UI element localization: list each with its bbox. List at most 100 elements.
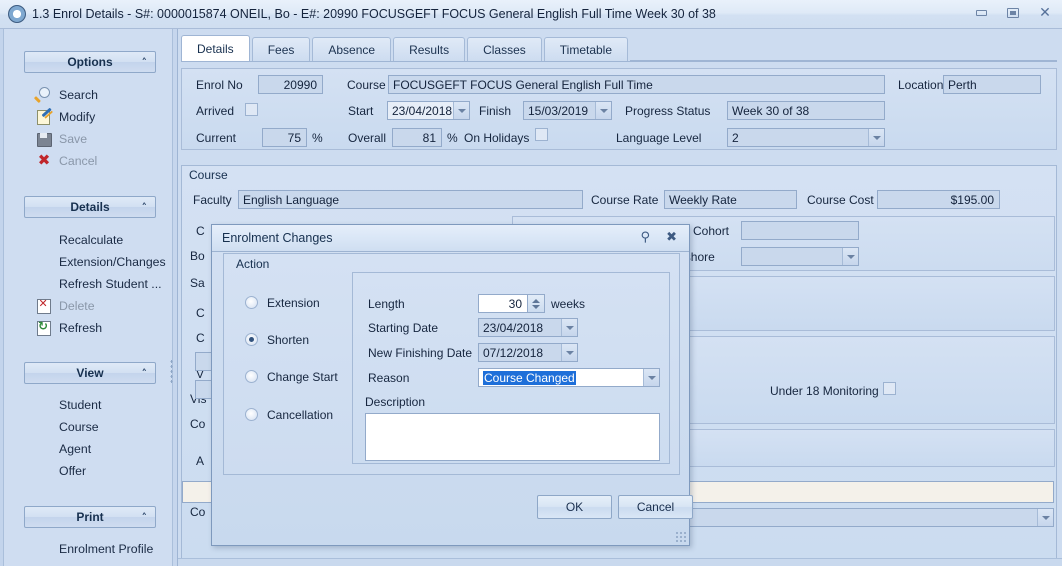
tab-classes[interactable]: Classes [467,37,542,61]
clipped-label-4: C [196,306,205,320]
under-18-monitoring-label: Under 18 Monitoring [770,384,879,398]
tab-fees[interactable]: Fees [252,37,311,61]
tab-details[interactable]: Details [181,35,250,61]
minimize-button[interactable] [970,4,992,22]
overall-field[interactable]: 81 [392,128,442,147]
tab-details-label: Details [197,42,234,56]
sidebar-item-save[interactable]: Save [36,129,87,149]
edit-icon [36,109,52,125]
clipped-label-3: Sa [190,276,205,290]
description-textarea[interactable] [365,413,660,461]
sidebar-item-delete-label: Delete [59,299,95,313]
tab-timetable-label: Timetable [560,43,612,57]
restore-icon [1007,8,1019,18]
sidebar-item-modify[interactable]: Modify [36,107,95,127]
chevron-down-icon[interactable] [561,344,577,361]
course-field[interactable]: FOCUSGEFT FOCUS General English Full Tim… [388,75,885,94]
stepper-up-icon[interactable] [532,299,540,303]
sidebar-splitter-handle[interactable] [170,359,173,385]
course-cost-field[interactable]: $195.00 [877,190,1000,209]
close-button[interactable]: ✕ [1034,4,1056,22]
sidebar-item-extension-changes[interactable]: Extension/Changes [59,252,166,272]
course-rate-field[interactable]: Weekly Rate [664,190,797,209]
sidebar-item-student[interactable]: Student [59,395,101,415]
chevron-down-icon[interactable] [842,248,858,265]
details-panel: Enrol No 20990 Course FOCUSGEFT FOCUS Ge… [181,68,1057,150]
location-field[interactable]: Perth [943,75,1041,94]
length-stepper[interactable] [528,294,545,313]
start-date-picker[interactable]: 23/04/2018 [387,101,470,120]
sidebar: Options ˄ Search Modify Save ✖ Cancel De… [0,29,178,566]
chevron-down-icon[interactable] [868,129,884,146]
new-finishing-date-picker[interactable]: 07/12/2018 [478,343,578,362]
sidebar-item-refresh-student-label: Refresh Student ... [59,277,162,291]
progress-status-label: Progress Status [625,104,710,118]
sidebar-item-enrolment-profile[interactable]: Enrolment Profile [59,539,153,559]
tab-timetable[interactable]: Timetable [544,37,628,61]
sidebar-item-cancel-label: Cancel [59,154,97,168]
radio-change-start[interactable] [245,370,258,383]
sidebar-item-offer[interactable]: Offer [59,461,86,481]
cancel-button[interactable]: Cancel [618,495,693,519]
enrol-no-field[interactable]: 20990 [258,75,323,94]
sidebar-item-course[interactable]: Course [59,417,99,437]
stepper-down-icon[interactable] [532,305,540,309]
chevron-down-icon[interactable] [643,369,659,386]
on-holidays-checkbox[interactable] [535,128,548,141]
course-label: Course [347,78,386,92]
sidebar-item-delete[interactable]: Delete [36,296,95,316]
sidebar-item-recalculate[interactable]: Recalculate [59,230,123,250]
ok-button[interactable]: OK [537,495,612,519]
tab-results[interactable]: Results [393,37,465,61]
arrived-checkbox[interactable] [245,103,258,116]
current-field[interactable]: 75 [262,128,307,147]
cohort-field[interactable] [741,221,859,240]
sidebar-group-options[interactable]: Options ˄ [24,51,156,73]
delete-icon [36,298,52,314]
finish-date-picker[interactable]: 15/03/2019 [523,101,612,120]
sidebar-group-options-label: Options [67,55,112,69]
sidebar-group-details-label: Details [70,200,109,214]
language-level-select[interactable]: 2 [727,128,885,147]
sidebar-item-search-label: Search [59,88,98,102]
sidebar-group-print[interactable]: Print ˄ [24,506,156,528]
ok-button-label: OK [566,500,583,514]
chevron-down-icon[interactable] [595,102,611,119]
sidebar-item-refresh-student[interactable]: Refresh Student ... [59,274,162,294]
chevron-down-icon[interactable] [1037,509,1053,526]
clipped-label-9: A [196,454,204,468]
reason-select[interactable]: Course Changed [478,368,660,387]
starting-date-label: Starting Date [368,321,438,335]
sidebar-item-agent[interactable]: Agent [59,439,91,459]
sidebar-item-refresh-label: Refresh [59,321,102,335]
length-input[interactable]: 30 [478,294,528,313]
arrived-label: Arrived [196,104,234,118]
pin-icon[interactable]: ⚲ [640,230,650,245]
sidebar-item-search[interactable]: Search [36,85,98,105]
radio-cancellation[interactable] [245,408,258,421]
dialog-resize-grip[interactable] [675,531,687,543]
radio-shorten[interactable] [245,333,258,346]
sidebar-group-details[interactable]: Details ˄ [24,196,156,218]
starting-date-picker[interactable]: 23/04/2018 [478,318,578,337]
close-icon[interactable]: ✖ [666,230,677,245]
current-label: Current [196,131,236,145]
progress-status-field[interactable]: Week 30 of 38 [727,101,885,120]
faculty-field[interactable]: English Language [238,190,583,209]
course-group-title: Course [189,168,228,182]
under-18-monitoring-checkbox[interactable] [883,382,896,395]
chevron-down-icon[interactable] [453,102,469,119]
radio-extension-label: Extension [267,296,320,310]
radio-extension[interactable] [245,296,258,309]
offshore-select[interactable] [741,247,859,266]
on-holidays-label: On Holidays [464,131,529,145]
restore-button[interactable] [1002,4,1024,22]
sidebar-item-refresh[interactable]: Refresh [36,318,102,338]
sidebar-group-view[interactable]: View ˄ [24,362,156,384]
sidebar-item-cancel[interactable]: ✖ Cancel [36,151,97,171]
clipped-label-5: C [196,331,205,345]
tab-absence[interactable]: Absence [312,37,391,61]
sidebar-item-agent-label: Agent [59,442,91,456]
chevron-down-icon[interactable] [561,319,577,336]
length-label: Length [368,297,405,311]
